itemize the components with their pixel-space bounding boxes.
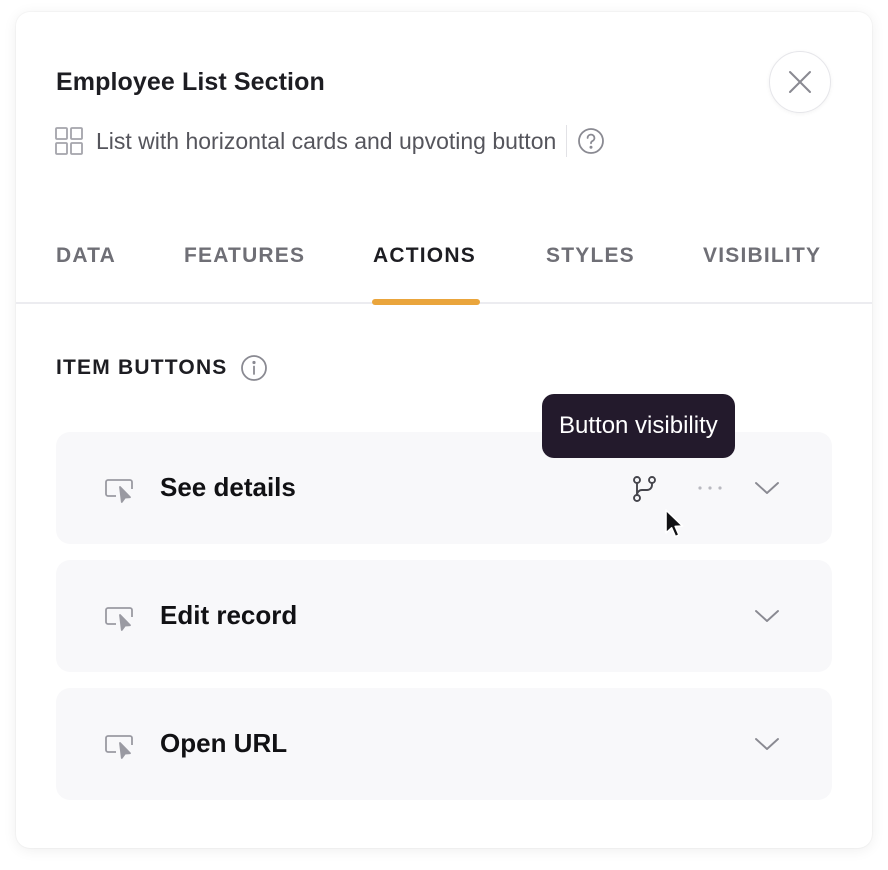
tab-actions[interactable]: ACTIONS bbox=[373, 244, 476, 268]
component-description: List with horizontal cards and upvoting … bbox=[96, 127, 557, 154]
properties-panel: Employee List Section List with horizont… bbox=[16, 12, 872, 848]
component-type-row: List with horizontal cards and upvoting … bbox=[54, 124, 605, 158]
tab-styles[interactable]: STYLES bbox=[546, 244, 635, 268]
tab-data[interactable]: DATA bbox=[56, 244, 116, 268]
divider bbox=[566, 125, 568, 157]
section-title: ITEM BUTTONS bbox=[56, 356, 228, 379]
mouse-pointer-icon bbox=[665, 509, 684, 538]
item-button-label: Edit record bbox=[160, 600, 298, 630]
item-button-label: Open URL bbox=[160, 728, 288, 758]
tooltip: Button visibility bbox=[542, 394, 735, 458]
grid-icon bbox=[55, 127, 83, 155]
question-circle-icon[interactable] bbox=[577, 127, 605, 155]
active-tab-indicator bbox=[372, 299, 480, 305]
panel-title: Employee List Section bbox=[56, 68, 325, 96]
cursor-click-icon bbox=[105, 479, 133, 503]
tab-visibility[interactable]: VISIBILITY bbox=[703, 244, 821, 268]
chevron-down-icon[interactable] bbox=[752, 476, 782, 500]
close-icon bbox=[789, 71, 811, 93]
item-button-label: See details bbox=[160, 472, 296, 502]
info-circle-icon[interactable] bbox=[240, 354, 268, 382]
chevron-down-icon[interactable] bbox=[752, 604, 782, 628]
cursor-click-icon bbox=[105, 607, 133, 631]
tab-bar: DATA FEATURES ACTIONS STYLES VISIBILITY bbox=[16, 224, 872, 305]
close-button[interactable] bbox=[769, 51, 831, 113]
more-icon[interactable] bbox=[696, 476, 724, 500]
cursor-click-icon bbox=[105, 735, 133, 759]
item-button-row[interactable]: Open URL bbox=[56, 688, 832, 800]
branch-icon[interactable] bbox=[630, 474, 660, 504]
chevron-down-icon[interactable] bbox=[752, 732, 782, 756]
section-header: ITEM BUTTONS bbox=[56, 354, 268, 382]
tab-features[interactable]: FEATURES bbox=[184, 244, 305, 268]
item-button-row[interactable]: Edit record bbox=[56, 560, 832, 672]
